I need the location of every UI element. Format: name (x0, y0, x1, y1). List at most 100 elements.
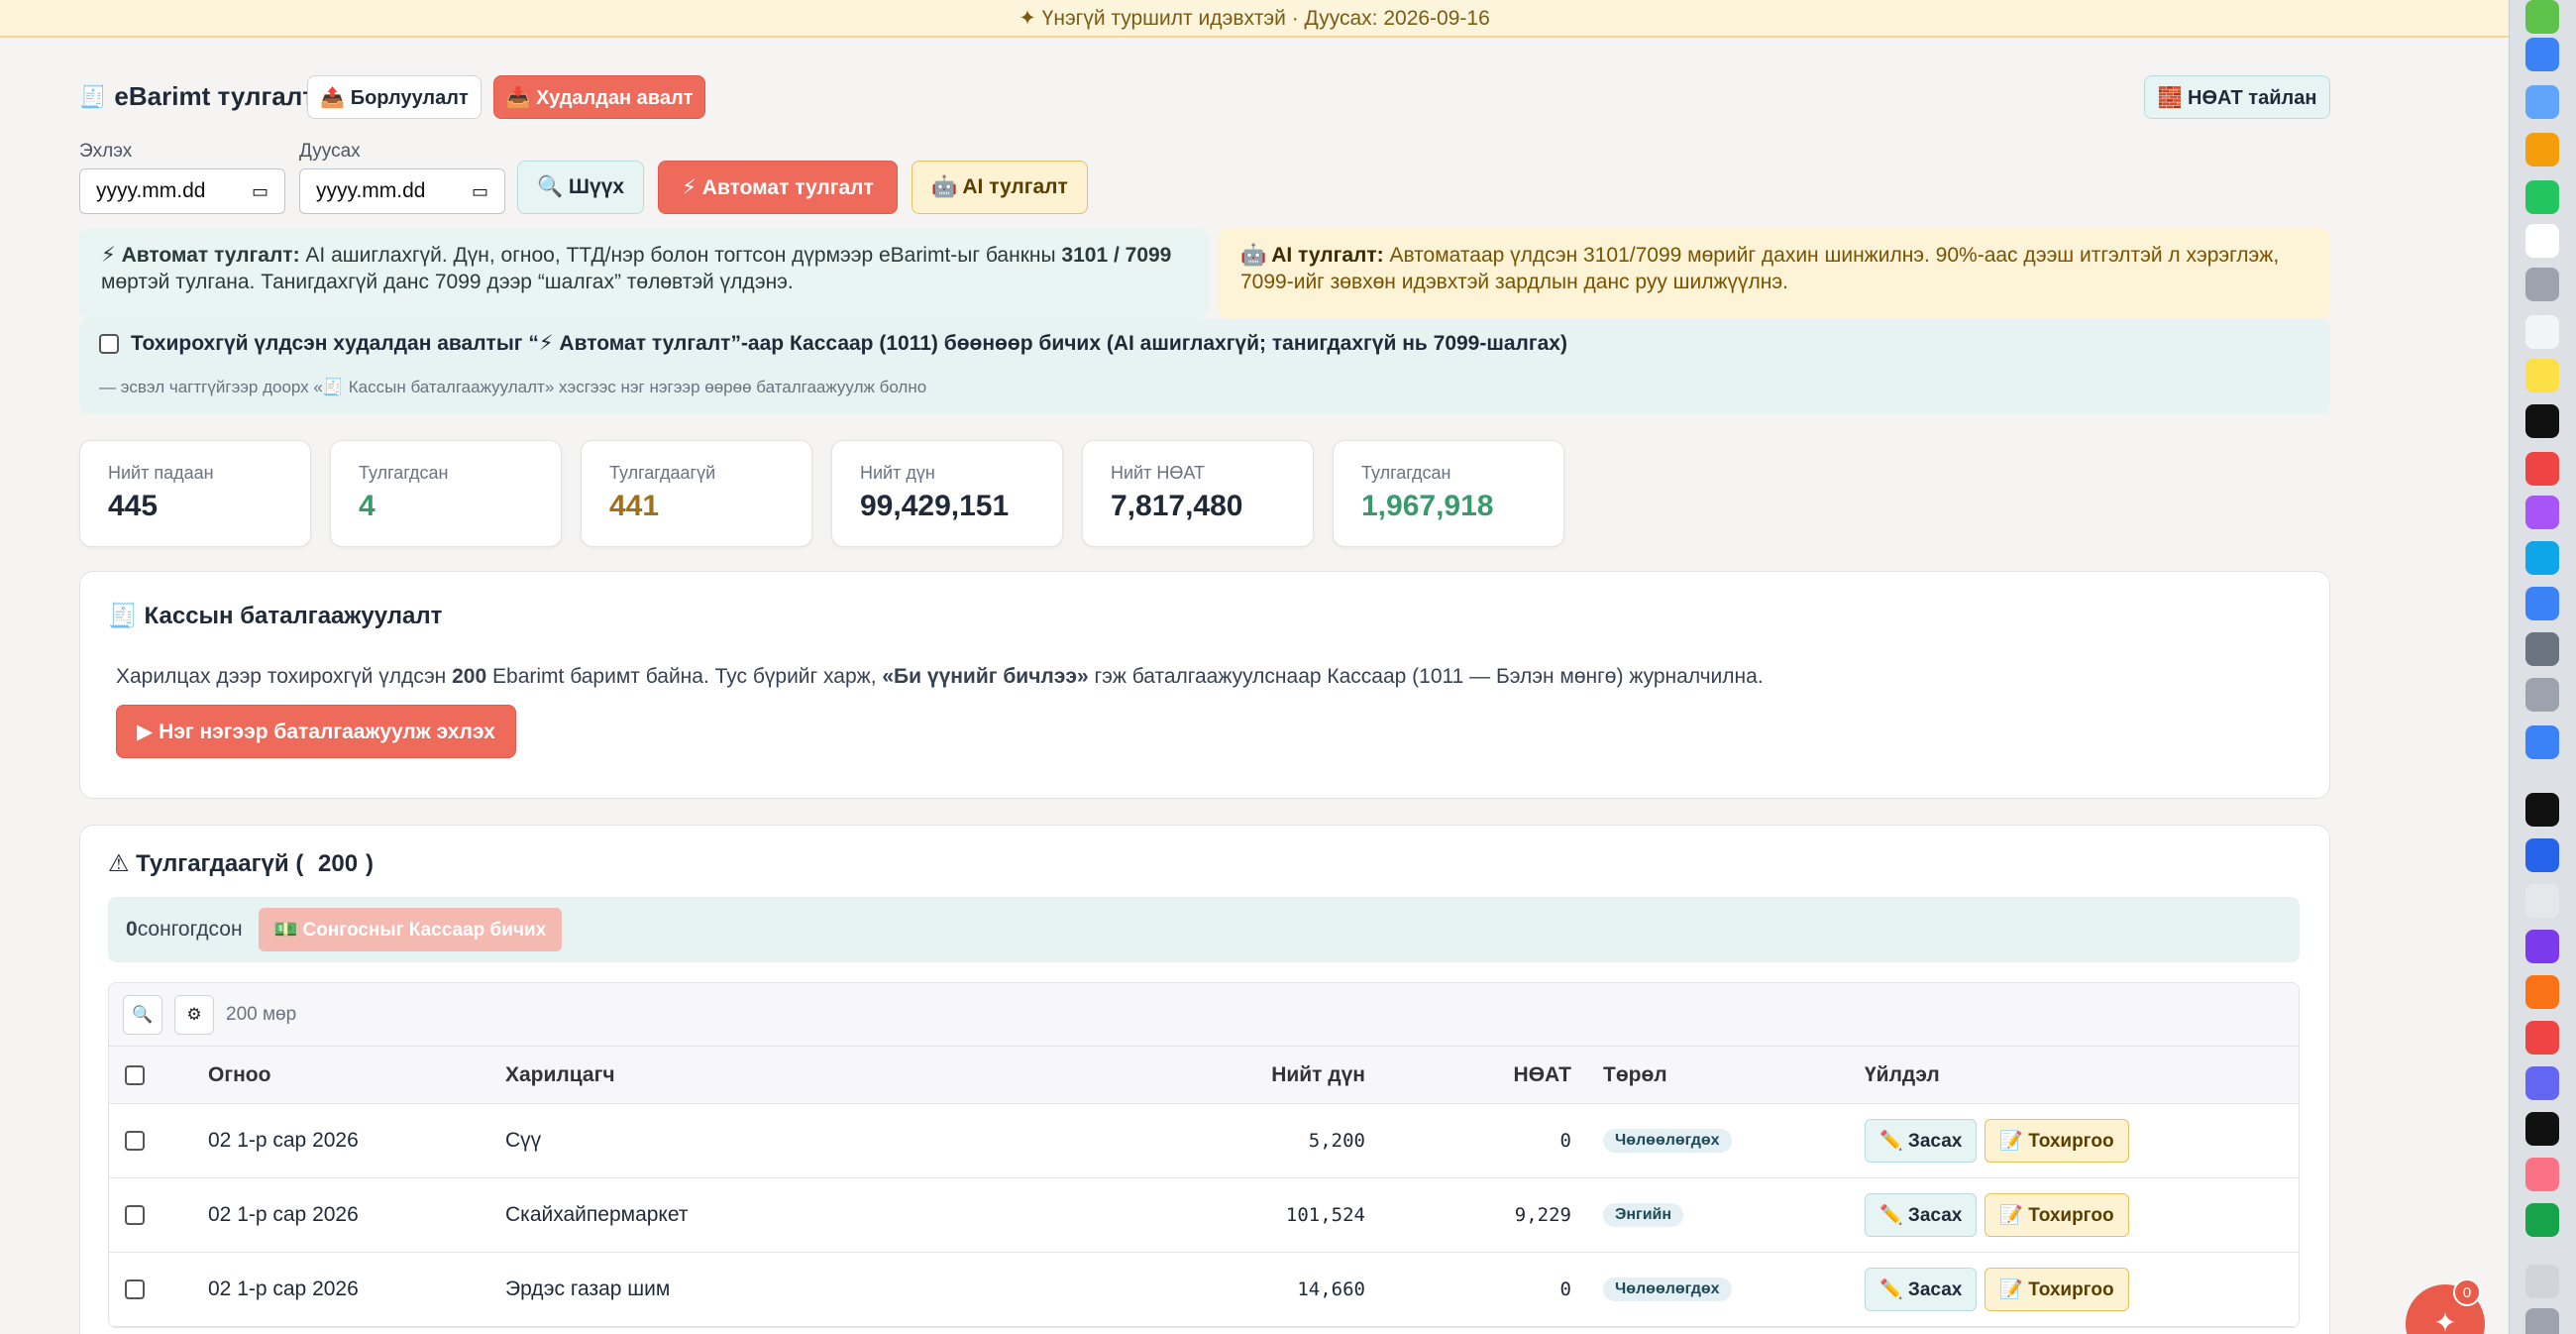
row-checkbox[interactable] (125, 1131, 145, 1151)
cash-write-option: Тохирохгүй үлдсэн худалдан авалтыг “⚡ Ав… (79, 319, 2330, 414)
select-all-checkbox[interactable] (125, 1064, 145, 1085)
write-selected-button[interactable]: 💵 Сонгосныг Кассаар бичих (258, 908, 563, 951)
bulk-action-bar: 0 сонгогдсон 💵 Сонгосныг Кассаар бичих (108, 897, 2300, 962)
appstore-icon[interactable] (2525, 587, 2559, 620)
calendar-icon[interactable] (2525, 224, 2559, 258)
filter-button[interactable]: 🔍 Шүүх (517, 161, 644, 214)
cash-write-checkbox[interactable] (99, 333, 119, 354)
auto-info-text-1: AI ашиглахгүй. Дүн, огноо, ТТД/нэр болон… (299, 244, 1062, 267)
workspace-icon[interactable] (2525, 1066, 2559, 1100)
row-count: 200 мөр (226, 1003, 297, 1025)
messages-icon[interactable] (2525, 0, 2559, 34)
cash-confirmation-card: 🧾 Кассын баталгаажуулалт Харилцах дээр т… (79, 571, 2330, 799)
end-date-label: Дуусах (299, 141, 361, 162)
col-type[interactable]: Төрөл (1603, 1047, 1667, 1103)
auto-info-title: ⚡ Автомат тулгалт: (101, 244, 300, 267)
auto-reconcile-button[interactable]: ⚡ Автомат тулгалт (658, 161, 898, 214)
match-button[interactable]: 📝 Тохиргоо (1985, 1268, 2129, 1311)
col-vat[interactable]: НӨАТ (1514, 1047, 1571, 1103)
match-button[interactable]: 📝 Тохиргоо (1985, 1193, 2129, 1237)
row-checkbox[interactable] (125, 1205, 145, 1225)
reminders-icon[interactable] (2525, 315, 2559, 349)
unmatched-count: 200 (318, 850, 359, 877)
settings-icon[interactable] (2525, 632, 2559, 666)
page-title: 🧾 eBarimt тулгалт (79, 81, 315, 112)
stat-value: 445 (108, 490, 159, 522)
search-icon[interactable]: 🔍 (123, 994, 162, 1035)
app-icon[interactable] (2525, 1021, 2559, 1055)
row-total: 5,200 (1308, 1130, 1365, 1152)
row-partner: Скайхайпермаркет (505, 1203, 689, 1226)
tab-sales[interactable]: 📤 Борлуулалт (307, 75, 482, 119)
cash-write-label: Тохирохгүй үлдсэн худалдан авалтыг “⚡ Ав… (131, 332, 1567, 355)
freeform-icon[interactable] (2525, 541, 2559, 575)
mail-icon[interactable] (2525, 38, 2559, 71)
tab-purchase[interactable]: 📥 Худалдан авалт (493, 75, 705, 119)
stat-value: 99,429,151 (860, 490, 1010, 522)
row-checkbox[interactable] (125, 1279, 145, 1299)
contacts-icon[interactable] (2525, 268, 2559, 301)
row-total: 14,660 (1297, 1278, 1365, 1300)
sparkle-icon: ✦ (2433, 1307, 2457, 1334)
music-icon[interactable] (2525, 452, 2559, 486)
viber-icon[interactable] (2525, 930, 2559, 963)
end-date-input[interactable]: yyyy.mm.dd ▭ (299, 168, 505, 214)
app-dock (2509, 0, 2576, 1334)
ai-reconcile-button[interactable]: 🤖 AI тулгалт (912, 161, 1088, 214)
translate-icon[interactable] (2525, 85, 2559, 119)
notes-icon[interactable] (2525, 359, 2559, 392)
row-total: 101,524 (1285, 1204, 1365, 1226)
stat-label: Нийт дүн (860, 463, 935, 483)
word-icon[interactable] (2525, 838, 2559, 872)
unmatched-table: 🔍 ⚙ 200 мөр Огноо Харилцагч Нийт дүн НӨА… (108, 982, 2300, 1328)
calendar-icon: ▭ (251, 180, 268, 201)
finder-icon[interactable] (2525, 1265, 2559, 1298)
match-button[interactable]: 📝 Тохиргоо (1985, 1119, 2129, 1163)
stat-value: 441 (609, 490, 660, 522)
edit-button[interactable]: ✏️ Засах (1865, 1268, 1978, 1311)
auto-info-accounts: 3101 / 7099 (1061, 244, 1172, 267)
table-header: Огноо Харилцагч Нийт дүн НӨАТ Төрөл Үйлд… (109, 1047, 2299, 1104)
vat-report-button[interactable]: 🧱 НӨАТ тайлан (2144, 75, 2330, 119)
chrome-icon[interactable] (2525, 975, 2559, 1009)
receipt-icon: 🧾 (79, 83, 107, 109)
col-partner[interactable]: Харилцагч (505, 1047, 615, 1103)
start-date-value: yyyy.mm.dd (96, 179, 206, 202)
photos-icon[interactable] (2525, 133, 2559, 167)
edit-button[interactable]: ✏️ Засах (1865, 1119, 1978, 1163)
col-date[interactable]: Огноо (208, 1047, 270, 1103)
facetime-icon[interactable] (2525, 180, 2559, 214)
trash-icon[interactable] (2525, 1308, 2559, 1334)
stat-label: Тулгагдаагүй (609, 463, 716, 483)
end-date-value: yyyy.mm.dd (316, 179, 426, 202)
podcasts-icon[interactable] (2525, 496, 2559, 529)
excel-icon[interactable] (2525, 1203, 2559, 1237)
stat-card: Тулгагдсан 1,967,918 (1333, 440, 1564, 547)
stat-value: 1,967,918 (1361, 490, 1494, 522)
help-icon[interactable] (2525, 678, 2559, 712)
start-date-label: Эхлэх (79, 141, 133, 162)
cash-write-option-row: Тохирохгүй үлдсэн худалдан авалтыг “⚡ Ав… (99, 331, 2310, 356)
stat-label: Тулгагдсан (359, 463, 449, 483)
edit-button[interactable]: ✏️ Засах (1865, 1193, 1978, 1237)
row-vat: 9,229 (1514, 1204, 1571, 1226)
trial-banner: ✦ Үнэгүй туршилт идэвхтэй · Дуусах: 2026… (0, 0, 2509, 38)
row-type-badge: Чөлөөлөгдөх (1603, 1278, 1732, 1301)
stat-label: Нийт падаан (108, 463, 214, 483)
selected-label: сонгогдсон (137, 918, 243, 941)
settings-icon[interactable]: ⚙ (174, 994, 214, 1035)
ai-info-text: Автоматаар үлдсэн 3101/7099 мөрийг дахин… (1240, 244, 2280, 293)
terminal-icon[interactable] (2525, 793, 2559, 827)
document-icon[interactable] (2525, 884, 2559, 918)
selected-count: 0 (126, 918, 138, 941)
start-confirm-button[interactable]: ▶ Нэг нэгээр баталгаажуулж эхлэх (116, 705, 516, 758)
start-date-input[interactable]: yyyy.mm.dd ▭ (79, 168, 285, 214)
unmatched-title-suffix: ) (366, 850, 375, 877)
files-icon[interactable] (2525, 725, 2559, 759)
claude-icon[interactable] (2525, 1158, 2559, 1191)
chatgpt-icon[interactable] (2525, 1112, 2559, 1146)
assistant-fab[interactable]: ✦ 0 (2406, 1278, 2485, 1334)
col-total[interactable]: Нийт дүн (1271, 1047, 1365, 1103)
col-actions: Үйлдэл (1865, 1062, 1940, 1086)
tv-icon[interactable] (2525, 404, 2559, 438)
